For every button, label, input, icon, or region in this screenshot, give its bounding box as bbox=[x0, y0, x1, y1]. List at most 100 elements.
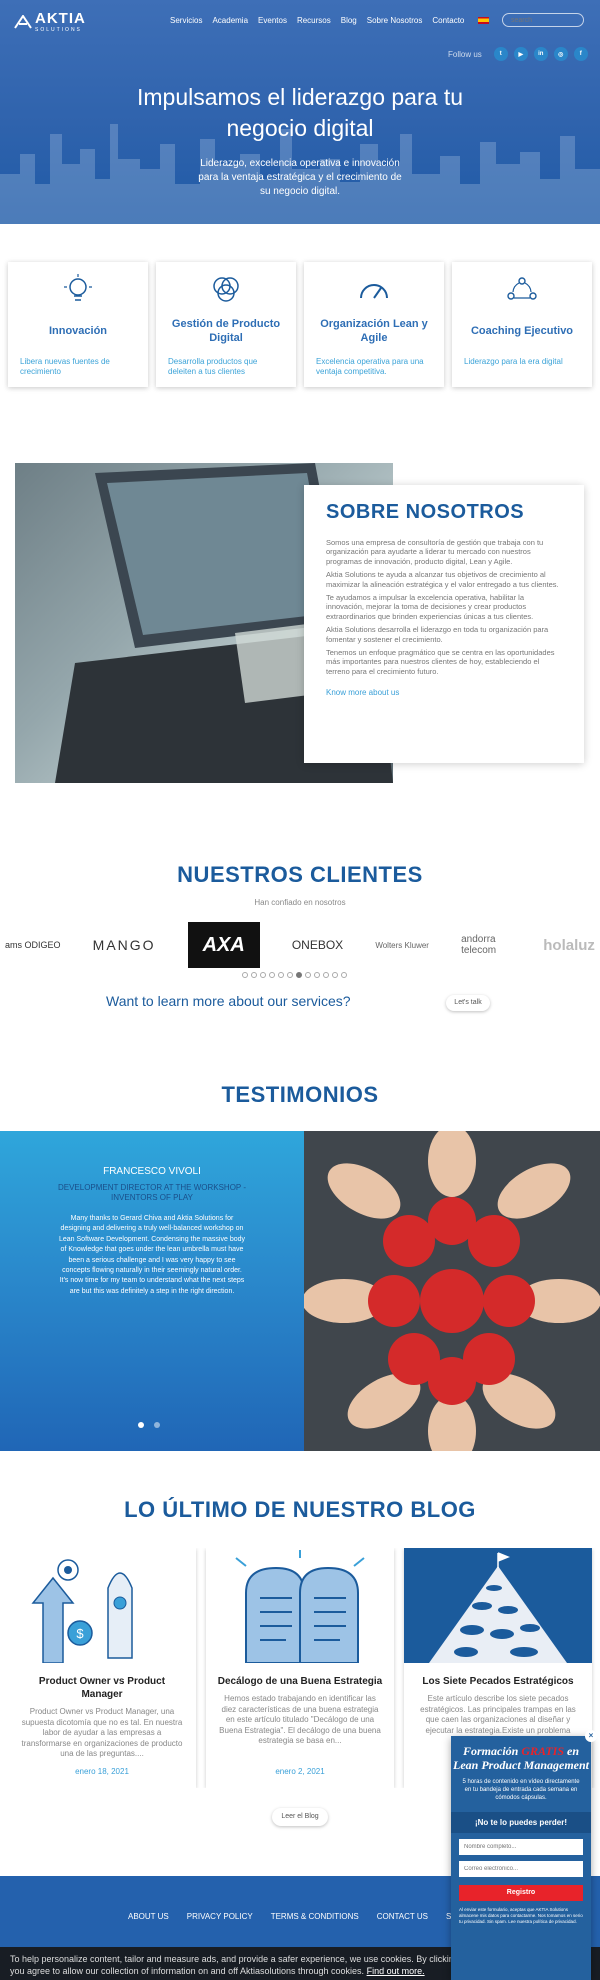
service-card-lean-agile[interactable]: Organización Lean y Agile Excelencia ope… bbox=[304, 262, 444, 387]
nav-blog[interactable]: Blog bbox=[341, 16, 357, 25]
follow-label: Follow us bbox=[448, 49, 482, 59]
testimonial-dot[interactable] bbox=[154, 1422, 160, 1428]
lets-talk-button[interactable]: Let's talk bbox=[446, 995, 490, 1011]
hero-subtitle: Liderazgo, excelencia operativa e innova… bbox=[198, 158, 402, 197]
post-date: enero 18, 2021 bbox=[75, 1767, 129, 1776]
client-logo-onebox: ONEBOX bbox=[291, 938, 344, 952]
search-input[interactable] bbox=[502, 13, 584, 27]
service-desc: Excelencia operativa para una ventaja co… bbox=[316, 357, 424, 376]
read-blog-button[interactable]: Leer el Blog bbox=[272, 1808, 328, 1826]
service-card-gestion-producto[interactable]: Gestión de Producto Digital Desarrolla p… bbox=[156, 262, 296, 387]
service-title: Gestión de Producto Digital bbox=[171, 318, 281, 344]
nav-servicios[interactable]: Servicios bbox=[170, 16, 202, 25]
blog-post-card[interactable]: $ Product Owner vs Product Manager Produ… bbox=[8, 1548, 196, 1788]
nav-contacto[interactable]: Contacto bbox=[432, 16, 464, 25]
lightbulb-icon bbox=[64, 274, 92, 301]
service-desc: Libera nuevas fuentes de crecimiento bbox=[20, 357, 110, 376]
logo-subtext: SOLUTIONS bbox=[35, 27, 82, 33]
clients-title: NUESTROS CLIENTES bbox=[177, 862, 423, 887]
footer-link-contact[interactable]: CONTACT US bbox=[377, 1912, 428, 1921]
client-logo-wolters-kluwer: Wolters Kluwer bbox=[375, 940, 429, 950]
carousel-dot-active[interactable] bbox=[296, 972, 302, 978]
email-field[interactable] bbox=[459, 1861, 583, 1877]
carousel-dot[interactable] bbox=[242, 972, 248, 978]
about-paragraph: Tenemos un enfoque pragmático que se cen… bbox=[326, 648, 555, 676]
service-desc: Liderazgo para la era digital bbox=[464, 357, 563, 366]
carousel-dots bbox=[242, 972, 347, 978]
service-card-innovacion[interactable]: Innovación Libera nuevas fuentes de crec… bbox=[8, 262, 148, 387]
post-date: enero 2, 2021 bbox=[275, 1767, 325, 1776]
footer-link-privacy[interactable]: PRIVACY POLICY bbox=[187, 1912, 253, 1921]
services-cards: Innovación Libera nuevas fuentes de crec… bbox=[8, 262, 592, 387]
client-logo-holaluz: holaluz bbox=[543, 936, 595, 954]
testimonial-dots bbox=[138, 1422, 160, 1428]
facebook-icon[interactable]: f bbox=[573, 47, 588, 61]
nav-recursos[interactable]: Recursos bbox=[297, 16, 331, 25]
nav-academia[interactable]: Academia bbox=[212, 16, 248, 25]
cookie-text: you agree to allow our collection of inf… bbox=[10, 1966, 365, 1976]
register-button[interactable]: Registro bbox=[459, 1885, 583, 1901]
aktia-logo[interactable]: AKTIA SOLUTIONS bbox=[14, 10, 86, 33]
about-paragraph: Aktia Solutions desarrolla el liderazgo … bbox=[326, 625, 549, 644]
top-navigation: AKTIA SOLUTIONS Servicios Academia Evento… bbox=[0, 8, 600, 34]
name-field[interactable] bbox=[459, 1839, 583, 1855]
carousel-dot[interactable] bbox=[305, 972, 311, 978]
hero-title: Impulsamos el liderazgo para tu negocio d… bbox=[137, 84, 463, 141]
post-image bbox=[404, 1548, 592, 1663]
linkedin-icon[interactable]: in bbox=[533, 47, 548, 61]
carousel-dot[interactable] bbox=[341, 972, 347, 978]
about-us-card: SOBRE NOSOTROS Somos una empresa de cons… bbox=[304, 485, 584, 763]
carousel-dot[interactable] bbox=[287, 972, 293, 978]
nav-eventos[interactable]: Eventos bbox=[258, 16, 287, 25]
hero-banner: AKTIA SOLUTIONS Servicios Academia Evento… bbox=[0, 0, 600, 224]
rocket-growth-illustration: $ bbox=[8, 1548, 196, 1663]
post-image: $ bbox=[8, 1548, 196, 1663]
client-logo-mango: MANGO bbox=[92, 937, 156, 953]
testimonial-role: DEVELOPMENT DIRECTOR AT THE WORKSHOP - I… bbox=[57, 1183, 247, 1202]
clients-subtitle: Han confiado en nosotros bbox=[254, 898, 346, 907]
post-title[interactable]: Decálogo de una Buena Estrategia bbox=[216, 1675, 384, 1688]
cookie-find-out-more-link[interactable]: Find out more. bbox=[367, 1966, 425, 1976]
carousel-dot[interactable] bbox=[314, 972, 320, 978]
post-excerpt: Hemos estado trabajando en identificar l… bbox=[219, 1694, 381, 1745]
carousel-dot[interactable] bbox=[332, 972, 338, 978]
instagram-icon[interactable]: ◎ bbox=[553, 47, 568, 61]
carousel-dot[interactable] bbox=[323, 972, 329, 978]
testimonial-dot-active[interactable] bbox=[138, 1422, 144, 1428]
blog-post-card[interactable]: Decálogo de una Buena Estrategia Hemos e… bbox=[206, 1548, 394, 1788]
nav-sobre-nosotros[interactable]: Sobre Nosotros bbox=[367, 16, 423, 25]
clients-logo-carousel: ams ODIGEO MANGO AXA ONEBOX Wolters Kluw… bbox=[5, 922, 595, 968]
carousel-dot[interactable] bbox=[269, 972, 275, 978]
post-title[interactable]: Los Siete Pecados Estratégicos bbox=[414, 1675, 582, 1688]
svg-text:$: $ bbox=[76, 1626, 84, 1641]
spain-flag-icon[interactable] bbox=[478, 17, 489, 24]
twitter-icon[interactable]: t bbox=[493, 47, 508, 61]
about-paragraph: Aktia Solutions te ayuda a alcanzar tus … bbox=[326, 570, 559, 589]
client-logo-odigeo: ams ODIGEO bbox=[5, 940, 61, 950]
popup-title: Formación GRATIS en Lean Product Managem… bbox=[452, 1744, 589, 1772]
service-title: Innovación bbox=[48, 325, 108, 337]
youtube-icon[interactable]: ▶ bbox=[513, 47, 528, 61]
services-cta-text: Want to learn more about our services? bbox=[106, 993, 351, 1009]
popup-description: 5 horas de contenido en vídeo directamen… bbox=[462, 1779, 580, 1801]
about-paragraph: Te ayudamos a impulsar la excelencia ope… bbox=[326, 593, 534, 621]
service-card-coaching[interactable]: Coaching Ejecutivo Liderazgo para la era… bbox=[452, 262, 592, 387]
red-painted-hands-image bbox=[304, 1131, 600, 1451]
carousel-dot[interactable] bbox=[278, 972, 284, 978]
carousel-dot[interactable] bbox=[260, 972, 266, 978]
footer-links: ABOUT US PRIVACY POLICY TERMS & CONDITIO… bbox=[128, 1912, 468, 1921]
newsletter-popup: × Formación GRATIS en Lean Product Manag… bbox=[451, 1730, 597, 1980]
know-more-link[interactable]: Know more about us bbox=[326, 688, 562, 697]
post-excerpt: Product Owner vs Product Manager, una su… bbox=[21, 1707, 183, 1758]
footer-link-about[interactable]: ABOUT US bbox=[128, 1912, 169, 1921]
social-follow: Follow us t ▶ in ◎ f bbox=[448, 47, 588, 61]
footer-link-terms[interactable]: TERMS & CONDITIONS bbox=[271, 1912, 359, 1921]
close-icon[interactable]: × bbox=[585, 1730, 597, 1742]
testimonials-title: TESTIMONIOS bbox=[221, 1082, 379, 1107]
hands-photo bbox=[304, 1131, 600, 1451]
post-title[interactable]: Product Owner vs Product Manager bbox=[18, 1675, 186, 1701]
service-title: Organización Lean y Agile bbox=[320, 318, 428, 344]
post-image bbox=[206, 1548, 394, 1663]
popup-band: ¡No te lo puedes perder! bbox=[451, 1812, 591, 1833]
carousel-dot[interactable] bbox=[251, 972, 257, 978]
